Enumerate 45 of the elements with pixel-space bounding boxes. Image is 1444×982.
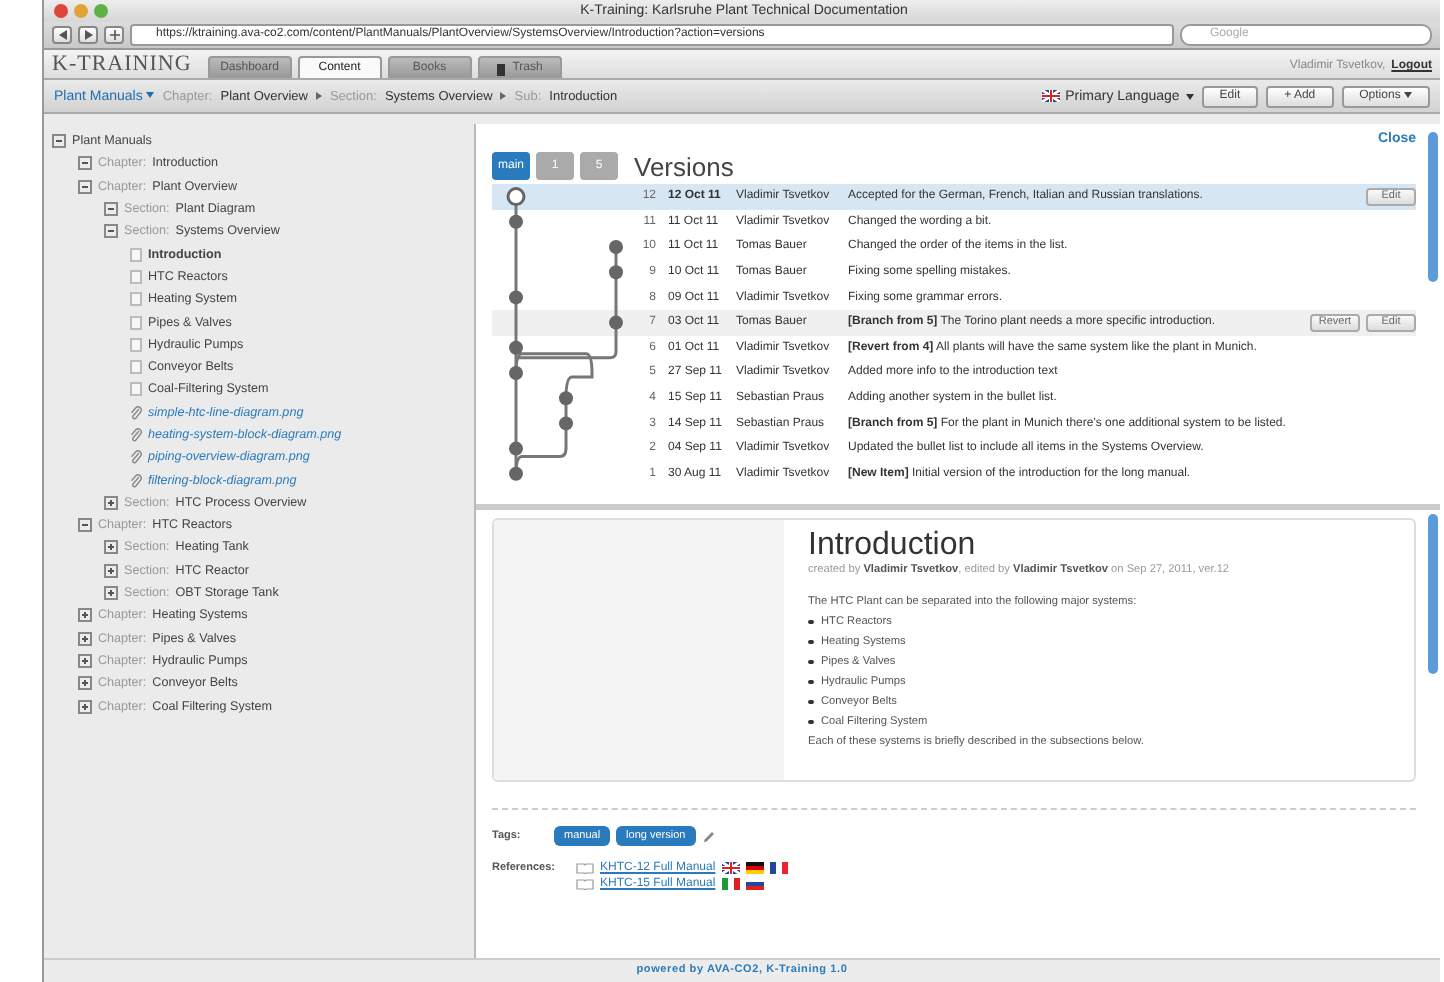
flag-icon: [769, 862, 788, 874]
expand-icon[interactable]: [104, 540, 118, 555]
add-bookmark-button[interactable]: [104, 26, 124, 44]
collapse-icon[interactable]: [104, 224, 118, 239]
book-icon: [576, 862, 594, 874]
chevron-icon: [315, 92, 322, 100]
document-title: Introduction: [808, 528, 978, 564]
back-button[interactable]: [52, 26, 72, 44]
chevron-icon: [500, 92, 507, 100]
caret-icon: [1404, 91, 1412, 98]
bullet-icon: [808, 619, 813, 625]
scrollbar-thumb[interactable]: [1428, 132, 1438, 282]
collapse-icon[interactable]: [78, 518, 92, 533]
expand-icon[interactable]: [104, 563, 118, 578]
expand-icon[interactable]: [78, 699, 92, 714]
expand-icon[interactable]: [78, 676, 92, 691]
panel-title: Versions: [634, 152, 734, 184]
flag-icon: [1041, 90, 1060, 102]
pencil-icon[interactable]: [701, 829, 716, 843]
flag-icon: [745, 878, 764, 890]
bullet-icon: [808, 679, 813, 685]
collapse-icon[interactable]: [78, 156, 92, 171]
flag-icon: [721, 862, 740, 874]
trash-icon: [496, 61, 507, 75]
expand-icon[interactable]: [104, 495, 118, 510]
book-icon: [576, 878, 594, 890]
app-logo: K-TRAINING: [52, 52, 192, 78]
caret-icon: [146, 92, 155, 99]
collapse-icon[interactable]: [78, 179, 92, 194]
caret-icon: [1185, 93, 1194, 99]
bullet-icon: [808, 639, 813, 645]
bullet-icon: [808, 699, 813, 705]
expand-icon[interactable]: [78, 653, 92, 668]
flag-icon: [745, 862, 764, 874]
expand-icon[interactable]: [104, 586, 118, 601]
bullet-icon: [808, 659, 813, 665]
expand-icon[interactable]: [78, 631, 92, 646]
forward-button[interactable]: [78, 26, 98, 44]
expand-icon[interactable]: [78, 608, 92, 623]
scrollbar-thumb[interactable]: [1428, 514, 1438, 674]
collapse-icon[interactable]: [52, 134, 66, 149]
flag-icon: [721, 878, 740, 890]
close-icon[interactable]: [54, 4, 68, 18]
collapse-icon[interactable]: [104, 202, 118, 217]
bullet-icon: [808, 719, 813, 725]
